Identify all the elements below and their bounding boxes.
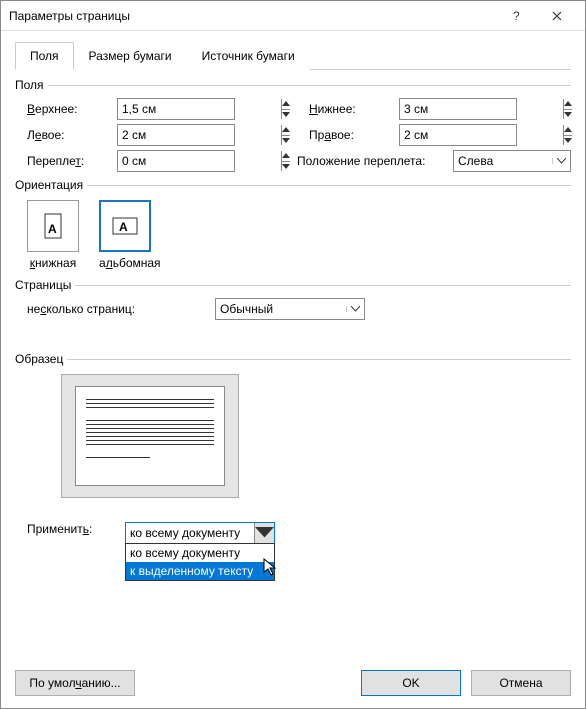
left-margin-input[interactable] [117,124,235,146]
spin-up-icon[interactable] [282,99,290,110]
orientation-portrait[interactable]: A книжная [27,200,79,270]
right-margin-label: Правое: [309,128,393,142]
portrait-icon: A [39,212,67,240]
top-margin-input[interactable] [117,98,235,120]
svg-text:?: ? [513,11,520,21]
tab-bar: Поля Размер бумаги Источник бумаги [15,41,571,70]
multi-pages-select[interactable]: Обычный [215,298,365,320]
cursor-icon [263,558,281,576]
spin-down-icon[interactable] [282,110,290,120]
left-margin-label: Левое: [27,128,111,142]
ok-button[interactable]: OK [361,670,461,696]
group-margins: Поля [15,78,571,92]
chevron-down-icon [552,158,570,164]
close-button[interactable] [537,2,577,30]
svg-text:A: A [119,220,128,234]
tab-margins[interactable]: Поля [15,42,74,70]
svg-text:A: A [48,222,57,236]
bottom-margin-input[interactable] [399,98,517,120]
chevron-down-icon [254,523,274,543]
top-margin-label: Верхнее: [27,102,111,116]
help-button[interactable]: ? [497,2,537,30]
landscape-icon: A [111,212,139,240]
gutter-label: Переплет: [27,154,111,168]
cancel-button[interactable]: Отмена [471,670,571,696]
window-title: Параметры страницы [9,9,497,23]
tab-source[interactable]: Источник бумаги [187,42,310,70]
bottom-margin-label: Нижнее: [309,102,393,116]
group-orientation: Ориентация [15,178,571,192]
apply-option-whole-doc[interactable]: ко всему документу [126,544,274,562]
tab-paper[interactable]: Размер бумаги [74,42,187,70]
multi-pages-label: несколько страниц: [27,302,207,316]
preview-page-icon [75,386,225,486]
chevron-down-icon [346,306,364,312]
titlebar: Параметры страницы ? [1,1,585,31]
default-button[interactable]: По умолчанию... [15,670,135,696]
gutter-pos-select[interactable]: Слева [453,150,571,172]
apply-dropdown-list: ко всему документу к выделенному тексту [125,543,275,581]
preview [61,374,239,498]
orientation-landscape[interactable]: A альбомная [99,200,161,270]
right-margin-input[interactable] [399,124,517,146]
apply-select[interactable]: ко всему документу ко всему документу к … [125,522,275,544]
gutter-input[interactable] [117,150,235,172]
gutter-pos-label: Положение переплета: [297,154,447,168]
page-setup-dialog: Параметры страницы ? Поля Размер бумаги … [0,0,586,709]
group-preview: Образец [15,352,571,366]
group-pages: Страницы [15,278,571,292]
apply-label: Применить: [27,522,117,536]
apply-option-selection[interactable]: к выделенному тексту [126,562,274,580]
